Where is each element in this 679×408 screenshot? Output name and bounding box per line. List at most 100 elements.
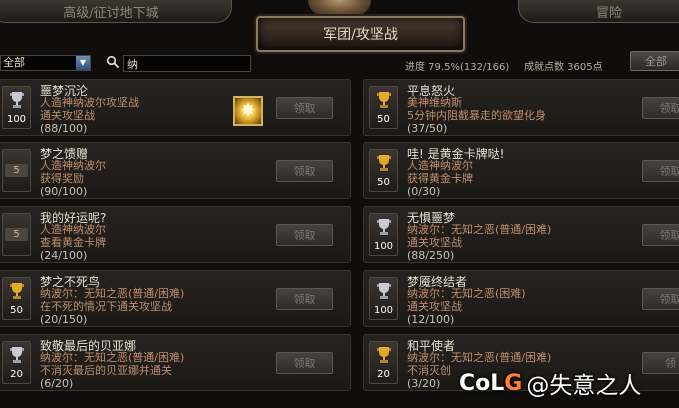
trophy-badge: 50 [2, 277, 31, 320]
trophy-icon [377, 92, 391, 108]
achievement-card: 100 梦魇终结者 纳波尔：无知之恶(困难) 通关攻坚战 (12/100) 领取 [363, 270, 679, 327]
achievement-progress: (24/100) [40, 249, 88, 262]
reward-item-icon[interactable] [233, 96, 263, 126]
points-label: 100 [373, 305, 394, 316]
emblem-icon [308, 0, 371, 16]
claim-button-label: 领取 [293, 102, 316, 115]
claim-button-label: 领取 [293, 357, 316, 370]
points-label: 100 [6, 114, 27, 125]
points-label: 20 [377, 369, 390, 380]
claim-button-label: 领取 [659, 229, 679, 242]
claim-button[interactable]: 领取 [276, 288, 333, 310]
tab-label: 军团/攻坚战 [323, 27, 398, 43]
achievement-desc: 人造神纳波尔 [40, 223, 106, 236]
claim-button[interactable]: 领取 [642, 97, 679, 119]
watermark: CoLG @失意之人 [459, 358, 679, 408]
achievement-desc: 人造神纳波尔 [40, 159, 106, 172]
achievement-desc: 不消灭最后的贝亚娜并通关 [40, 364, 172, 377]
trophy-badge: 100 [369, 277, 398, 320]
watermark-text: @失意之人 [526, 373, 642, 399]
achievement-progress: (12/100) [407, 313, 455, 326]
trophy-badge: 50 [369, 86, 398, 129]
trophy-icon [10, 283, 24, 299]
trophy-badge: 20 [369, 341, 398, 384]
achievement-desc: 获得黄金卡牌 [407, 172, 473, 185]
achievement-progress: (37/50) [407, 122, 448, 135]
tab-label: 冒险 [595, 5, 622, 21]
tab-adventure[interactable]: 冒险 [518, 0, 679, 23]
claim-button[interactable]: 领取 [642, 160, 679, 182]
achievement-desc: 纳波尔：无知之恶(普通/困难) [40, 287, 185, 300]
achievement-progress: (20/150) [40, 313, 88, 326]
watermark-logo-text: CoL [459, 370, 505, 396]
progress-text: 进度 79.5%(132/166) [405, 62, 510, 73]
achievement-progress: (0/30) [407, 185, 441, 198]
trophy-badge: 20 [2, 341, 31, 384]
achievement-desc: 纳波尔：无知之恶(困难) [407, 287, 526, 300]
points-label: 20 [10, 369, 23, 380]
chevron-down-icon[interactable]: ▼ [76, 56, 90, 70]
claim-button[interactable]: 领取 [642, 224, 679, 246]
trophy-badge: 50 [369, 149, 398, 192]
trophy-icon [377, 219, 391, 235]
watermark-logo: CoLG [459, 371, 522, 396]
achievement-desc: 在不死的情况下通关攻坚战 [40, 300, 172, 313]
claim-button[interactable]: 领取 [276, 352, 333, 374]
trophy-badge: 5 [2, 213, 31, 256]
points-label: 100 [373, 241, 394, 252]
claim-button[interactable]: 领取 [642, 288, 679, 310]
achievement-card: 50 梦之不死鸟 纳波尔：无知之恶(普通/困难) 在不死的情况下通关攻坚战 (2… [0, 270, 351, 327]
search-icon [106, 55, 120, 69]
claim-button-label: 领取 [293, 293, 316, 306]
points-label: 50 [377, 114, 390, 125]
achievement-desc: 获得奖励 [40, 172, 84, 185]
trophy-icon [10, 92, 24, 108]
achievement-card: 20 致敬最后的贝亚娜 纳波尔：无知之恶(普通/困难) 不消灭最后的贝亚娜并通关… [0, 334, 351, 391]
achievement-desc: 美神维纳斯 [407, 96, 462, 109]
trophy-badge: 5 [2, 149, 31, 192]
achievement-desc: 通关攻坚战 [40, 109, 95, 122]
achievement-progress: (90/100) [40, 185, 88, 198]
achievement-progress: (88/250) [407, 249, 455, 262]
claim-button-label: 领取 [659, 102, 679, 115]
achievement-card: 5 我的好运呢? 人造神纳波尔 查看黄金卡牌 (24/100) 领取 [0, 206, 351, 263]
achievement-progress: (6/20) [40, 377, 74, 390]
tab-advanced-dungeon[interactable]: 高级/征讨地下城 [0, 0, 232, 23]
claim-all-label: 全部 [645, 55, 667, 68]
claim-button-label: 领取 [659, 293, 679, 306]
achievement-desc: 不消灭创 [407, 364, 451, 377]
achievement-card: 50 平息怒火 美神维纳斯 5分钟内阻截暴走的欲望化身 (37/50) 领取 [363, 79, 679, 136]
points-label: 50 [377, 177, 390, 188]
claim-button[interactable]: 领取 [276, 97, 333, 119]
claim-button[interactable]: 领取 [276, 160, 333, 182]
claim-button[interactable]: 领取 [276, 224, 333, 246]
achievement-card: 5 梦之馈赠 人造神纳波尔 获得奖励 (90/100) 领取 [0, 142, 351, 199]
points-label: 5 [5, 228, 28, 241]
claim-button-label: 领取 [293, 229, 316, 242]
category-select[interactable]: 全部 ▼ [0, 55, 91, 71]
achievement-desc: 通关攻坚战 [407, 236, 462, 249]
achievement-progress: (3/20) [407, 377, 441, 390]
achievement-desc: 纳波尔：无知之恶(普通/困难) [40, 351, 185, 364]
claim-all-button[interactable]: 全部 [630, 51, 679, 71]
trophy-icon [10, 347, 24, 363]
achievement-card: 50 哇! 是黄金卡牌哒! 人造神纳波尔 获得黄金卡牌 (0/30) 领取 [363, 142, 679, 199]
watermark-logo-g: G [504, 370, 523, 396]
trophy-icon [377, 347, 391, 363]
trophy-badge: 100 [2, 86, 31, 129]
tab-legion-raid[interactable]: 军团/攻坚战 [256, 16, 465, 52]
trophy-icon [377, 283, 391, 299]
search-input[interactable] [123, 55, 251, 72]
achievement-desc: 人造神纳波尔攻坚战 [40, 96, 139, 109]
achievement-card: 100 噩梦沉沦 人造神纳波尔攻坚战 通关攻坚战 (88/100) 领取 [0, 79, 351, 136]
tab-label: 高级/征讨地下城 [63, 5, 159, 21]
achievement-desc: 通关攻坚战 [407, 300, 462, 313]
category-select-value: 全部 [3, 56, 25, 69]
achievement-desc: 查看黄金卡牌 [40, 236, 106, 249]
achievement-desc: 纳波尔：无知之恶(普通/困难) [407, 223, 552, 236]
trophy-icon [377, 155, 391, 171]
achievement-progress: (88/100) [40, 122, 88, 135]
achievement-card: 100 无惧噩梦 纳波尔：无知之恶(普通/困难) 通关攻坚战 (88/250) … [363, 206, 679, 263]
trophy-badge: 100 [369, 213, 398, 256]
points-label: 5 [5, 164, 28, 177]
